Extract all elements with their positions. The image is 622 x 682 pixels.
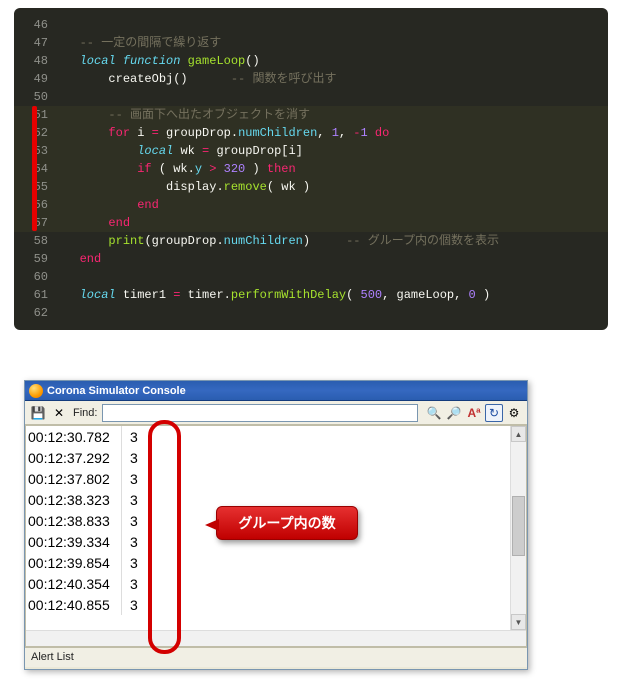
code-line[interactable]: 58 print(groupDrop.numChildren) -- グループ内… [14, 232, 608, 250]
match-case-button[interactable]: Aª [465, 404, 483, 422]
change-marker [32, 106, 37, 231]
find-icon[interactable]: 🔍 [425, 404, 443, 422]
log-timestamp: 00:12:38.833 [26, 513, 121, 529]
log-timestamp: 00:12:39.854 [26, 555, 121, 571]
line-number: 58 [14, 232, 58, 250]
line-number: 61 [14, 286, 58, 304]
log-value: 3 [122, 555, 138, 571]
code-content[interactable]: -- 画面下へ出たオブジェクトを消す [58, 106, 310, 124]
scroll-down-arrow[interactable]: ▼ [511, 614, 526, 630]
log-value: 3 [122, 513, 138, 529]
code-content[interactable]: local function gameLoop() [58, 52, 260, 70]
code-content[interactable]: -- 一定の間隔で繰り返す [58, 34, 221, 52]
log-value: 3 [122, 450, 138, 466]
code-line[interactable]: 50 [14, 88, 608, 106]
save-button[interactable]: 💾 [29, 404, 47, 422]
log-timestamp: 00:12:40.855 [26, 597, 121, 613]
log-row[interactable]: 00:12:39.8543 [26, 552, 526, 573]
log-row[interactable]: 00:12:40.3543 [26, 573, 526, 594]
code-content[interactable]: end [58, 196, 159, 214]
log-value: 3 [122, 429, 138, 445]
log-timestamp: 00:12:40.354 [26, 576, 121, 592]
scroll-up-arrow[interactable]: ▲ [511, 426, 526, 442]
code-line[interactable]: 52 for i = groupDrop.numChildren, 1, -1 … [14, 124, 608, 142]
log-timestamp: 00:12:30.782 [26, 429, 121, 445]
line-number: 50 [14, 88, 58, 106]
code-content[interactable]: for i = groupDrop.numChildren, 1, -1 do [58, 124, 389, 142]
code-line[interactable]: 62 [14, 304, 608, 322]
code-content[interactable]: print(groupDrop.numChildren) -- グループ内の個数… [58, 232, 499, 250]
scrollbar-horizontal[interactable] [26, 630, 526, 646]
code-line[interactable]: 51 -- 画面下へ出たオブジェクトを消す [14, 106, 608, 124]
log-value: 3 [122, 471, 138, 487]
log-row[interactable]: 00:12:37.2923 [26, 447, 526, 468]
refresh-button[interactable]: ↻ [485, 404, 503, 422]
log-value: 3 [122, 534, 138, 550]
line-number: 48 [14, 52, 58, 70]
find-input[interactable] [102, 404, 418, 422]
scrollbar-vertical[interactable]: ▲ ▼ [510, 426, 526, 630]
line-number: 46 [14, 16, 58, 34]
code-line[interactable]: 56 end [14, 196, 608, 214]
log-timestamp: 00:12:39.334 [26, 534, 121, 550]
find-label: Find: [73, 407, 97, 419]
app-icon [29, 384, 43, 398]
line-number: 62 [14, 304, 58, 322]
code-content[interactable]: end [58, 214, 130, 232]
toolbar: 💾 ✕ Find: 🔍 🔎 Aª ↻ ⚙ [25, 401, 527, 425]
code-line[interactable]: 59 end [14, 250, 608, 268]
code-line[interactable]: 60 [14, 268, 608, 286]
code-content[interactable]: createObj() -- 関数を呼び出す [58, 70, 336, 88]
code-content[interactable]: end [58, 250, 101, 268]
code-line[interactable]: 54 if ( wk.y > 320 ) then [14, 160, 608, 178]
line-number: 59 [14, 250, 58, 268]
log-timestamp: 00:12:37.292 [26, 450, 121, 466]
code-content[interactable]: local wk = groupDrop[i] [58, 142, 303, 160]
clear-button[interactable]: ✕ [50, 404, 68, 422]
log-value: 3 [122, 492, 138, 508]
code-line[interactable]: 55 display.remove( wk ) [14, 178, 608, 196]
code-content[interactable]: display.remove( wk ) [58, 178, 310, 196]
code-line[interactable]: 46 [14, 16, 608, 34]
window-title: Corona Simulator Console [47, 385, 186, 397]
find-next-icon[interactable]: 🔎 [445, 404, 463, 422]
log-timestamp: 00:12:37.802 [26, 471, 121, 487]
code-line[interactable]: 49 createObj() -- 関数を呼び出す [14, 70, 608, 88]
log-row[interactable]: 00:12:30.7823 [26, 426, 526, 447]
code-line[interactable]: 53 local wk = groupDrop[i] [14, 142, 608, 160]
log-row[interactable]: 00:12:37.8023 [26, 468, 526, 489]
code-line[interactable]: 48 local function gameLoop() [14, 52, 608, 70]
annotation-callout: グループ内の数 [216, 506, 358, 540]
code-content[interactable]: if ( wk.y > 320 ) then [58, 160, 296, 178]
alert-list-label: Alert List [25, 647, 527, 667]
code-content[interactable]: local timer1 = timer.performWithDelay( 5… [58, 286, 490, 304]
line-number: 47 [14, 34, 58, 52]
settings-button[interactable]: ⚙ [505, 404, 523, 422]
titlebar[interactable]: Corona Simulator Console [25, 381, 527, 401]
scroll-thumb[interactable] [512, 496, 525, 556]
code-line[interactable]: 57 end [14, 214, 608, 232]
code-editor: 4647 -- 一定の間隔で繰り返す48 local function game… [14, 8, 608, 330]
log-value: 3 [122, 597, 138, 613]
line-number: 49 [14, 70, 58, 88]
log-row[interactable]: 00:12:40.8553 [26, 594, 526, 615]
line-number: 60 [14, 268, 58, 286]
code-line[interactable]: 47 -- 一定の間隔で繰り返す [14, 34, 608, 52]
code-line[interactable]: 61 local timer1 = timer.performWithDelay… [14, 286, 608, 304]
log-value: 3 [122, 576, 138, 592]
log-timestamp: 00:12:38.323 [26, 492, 121, 508]
